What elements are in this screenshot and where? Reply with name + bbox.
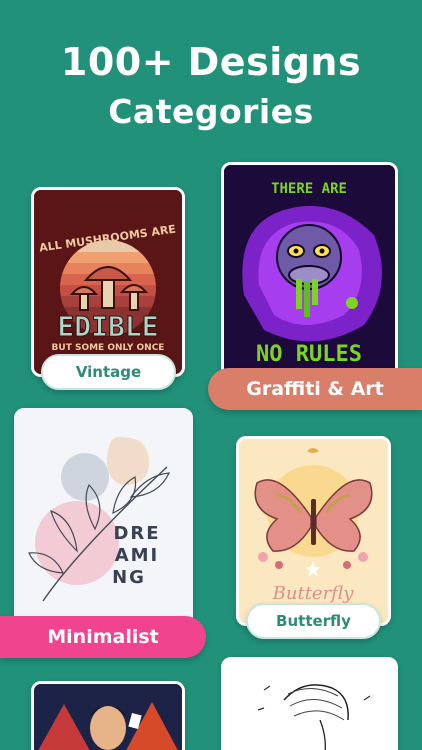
graffiti-bottom-text: NO RULES <box>256 342 362 367</box>
sketch-artwork <box>224 660 395 750</box>
vintage-label-pill[interactable]: Vintage <box>41 354 176 390</box>
vintage-artwork: ALL MUSHROOMS ARE EDIBLE BUT SOME ONLY O… <box>34 190 182 374</box>
card-sketch[interactable] <box>221 657 398 750</box>
card-minimalist[interactable]: DRE AMI NG <box>14 408 193 632</box>
minimalist-artwork: DRE AMI NG <box>17 411 190 629</box>
card-butterfly[interactable]: Butterfly <box>236 436 391 626</box>
butterfly-label-pill[interactable]: Butterfly <box>246 603 381 639</box>
card-vintage[interactable]: ALL MUSHROOMS ARE EDIBLE BUT SOME ONLY O… <box>31 187 185 377</box>
card-graffiti[interactable]: THERE ARE NO RULES <box>221 162 398 380</box>
superhero-artwork <box>34 684 182 750</box>
graffiti-top-text: THERE ARE <box>271 181 347 197</box>
graffiti-label-pill[interactable]: Graffiti & Art <box>208 368 422 410</box>
vintage-main-text: EDIBLE <box>57 310 158 343</box>
headline-line-1: 100+ Designs <box>60 40 362 84</box>
butterfly-script-text: Butterfly <box>272 583 355 604</box>
card-superhero[interactable] <box>31 681 185 750</box>
butterfly-artwork: Butterfly <box>239 439 388 623</box>
minimalist-word-line-3: NG <box>112 567 146 588</box>
vintage-sub-text: BUT SOME ONLY ONCE <box>52 343 165 353</box>
minimalist-word-line-1: DRE <box>113 523 160 544</box>
minimalist-label-pill[interactable]: Minimalist <box>0 616 206 658</box>
graffiti-artwork: THERE ARE NO RULES <box>224 165 395 377</box>
minimalist-word-line-2: AMI <box>115 545 160 566</box>
headline-line-2: Categories <box>108 92 314 131</box>
